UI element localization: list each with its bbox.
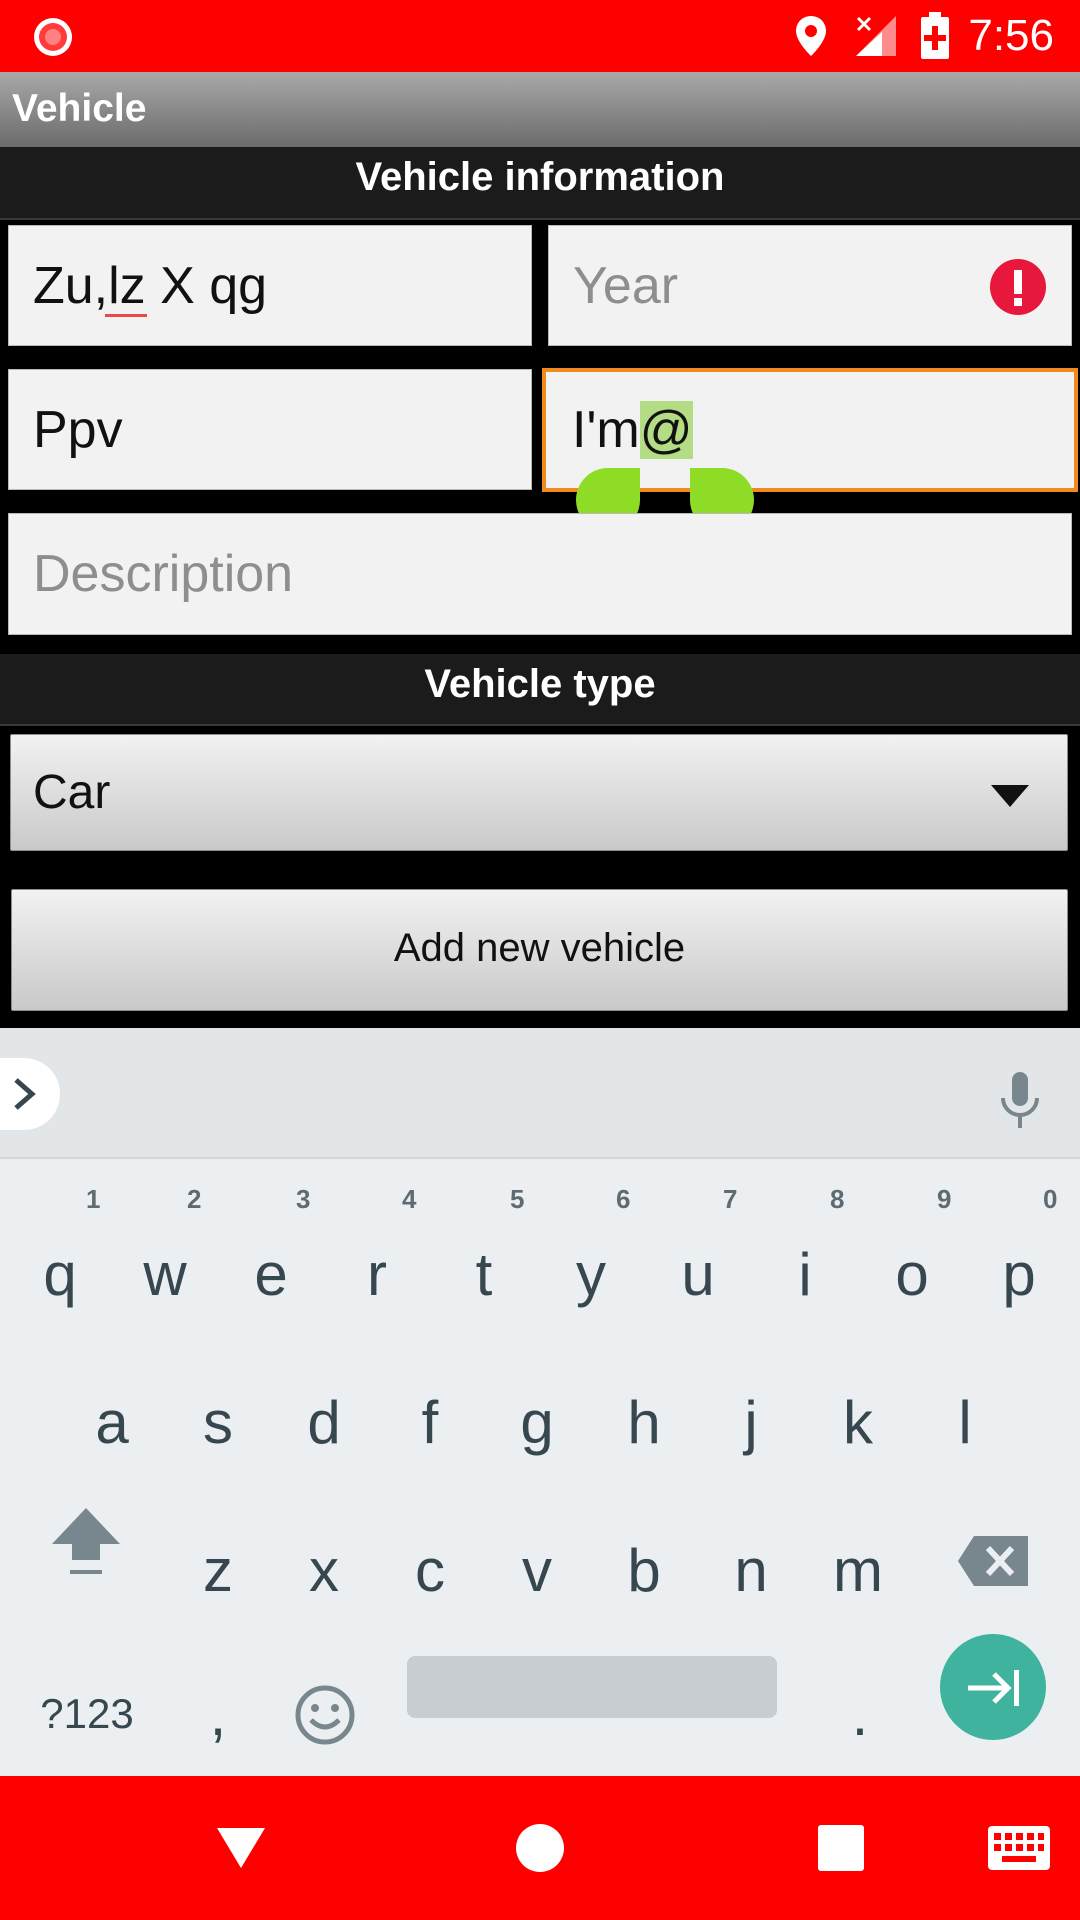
- key-p[interactable]: p: [967, 1240, 1071, 1310]
- no-signal-icon: [856, 16, 896, 56]
- key-hint-7: 7: [723, 1184, 738, 1214]
- navigation-bar: [0, 1776, 1080, 1920]
- key-x[interactable]: x: [272, 1536, 376, 1606]
- spellcheck-underline: [105, 313, 147, 317]
- keyboard-switch-icon[interactable]: [988, 1826, 1050, 1870]
- year-field[interactable]: Year: [548, 225, 1072, 346]
- key-hint-2: 2: [187, 1184, 202, 1214]
- record-icon: [34, 18, 72, 56]
- keyboard-suggestion-bar: [0, 1028, 1080, 1159]
- key-comma[interactable]: ,: [166, 1680, 270, 1750]
- key-f[interactable]: f: [378, 1388, 482, 1458]
- model-value: Ppv: [33, 400, 123, 459]
- key-i[interactable]: i: [753, 1240, 857, 1310]
- key-e[interactable]: e: [219, 1240, 323, 1310]
- key-b[interactable]: b: [592, 1536, 696, 1606]
- year-placeholder: Year: [573, 256, 679, 315]
- dropdown-arrow-icon: [991, 785, 1029, 807]
- recents-icon[interactable]: [818, 1825, 864, 1871]
- status-bar: 7:56: [0, 0, 1080, 72]
- back-icon[interactable]: [215, 1824, 267, 1872]
- selected-text: @: [639, 401, 693, 459]
- chevron-right-icon: [14, 1078, 36, 1110]
- key-v[interactable]: v: [485, 1536, 589, 1606]
- make-field[interactable]: Zu,lz X qg: [8, 225, 532, 346]
- key-z[interactable]: z: [166, 1536, 270, 1606]
- key-hint-9: 9: [937, 1184, 952, 1214]
- section-header-vehicle-type: Vehicle type: [0, 654, 1080, 726]
- home-icon[interactable]: [515, 1823, 565, 1873]
- key-g[interactable]: g: [485, 1388, 589, 1458]
- key-d[interactable]: d: [272, 1388, 376, 1458]
- description-field[interactable]: Description: [8, 513, 1072, 635]
- key-w[interactable]: w: [113, 1240, 217, 1310]
- symbols-key[interactable]: ?123: [24, 1690, 150, 1738]
- key-hint-8: 8: [830, 1184, 845, 1214]
- key-h[interactable]: h: [592, 1388, 696, 1458]
- spacebar[interactable]: [407, 1656, 777, 1718]
- key-hint-4: 4: [402, 1184, 417, 1214]
- key-l[interactable]: l: [913, 1388, 1017, 1458]
- key-a[interactable]: a: [60, 1388, 164, 1458]
- key-c[interactable]: c: [378, 1536, 482, 1606]
- vehicle-type-selected: Car: [33, 766, 111, 819]
- key-hint-0: 0: [1043, 1184, 1058, 1214]
- key-period[interactable]: .: [808, 1680, 912, 1750]
- make-value: Zu,lz X qg: [33, 256, 268, 317]
- next-field-button[interactable]: [940, 1634, 1046, 1740]
- key-hint-3: 3: [296, 1184, 311, 1214]
- key-q[interactable]: q: [8, 1240, 112, 1310]
- color-value-text: I'm: [572, 401, 640, 459]
- location-icon: [796, 16, 826, 56]
- key-m[interactable]: m: [806, 1536, 910, 1606]
- expand-toolbar-button[interactable]: [0, 1058, 60, 1130]
- add-vehicle-button[interactable]: Add new vehicle: [11, 889, 1068, 1011]
- key-hint-5: 5: [510, 1184, 525, 1214]
- key-o[interactable]: o: [860, 1240, 964, 1310]
- model-field[interactable]: Ppv: [8, 369, 532, 490]
- description-placeholder: Description: [33, 545, 294, 603]
- backspace-icon[interactable]: [956, 1534, 1030, 1588]
- key-t[interactable]: t: [432, 1240, 536, 1310]
- microphone-icon[interactable]: [998, 1072, 1042, 1130]
- key-j[interactable]: j: [699, 1388, 803, 1458]
- key-u[interactable]: u: [646, 1240, 750, 1310]
- app-title: Vehicle: [12, 87, 147, 130]
- color-value: I'm@: [572, 400, 693, 460]
- shift-icon[interactable]: [48, 1504, 124, 1580]
- soft-keyboard: q w e r t y u i o p 1 2 3 4 5 6 7 8 9 0 …: [0, 1028, 1080, 1776]
- key-hint-1: 1: [86, 1184, 101, 1214]
- key-hint-6: 6: [616, 1184, 631, 1214]
- battery-charging-icon: [921, 12, 949, 59]
- tab-arrow-icon: [968, 1670, 1019, 1706]
- clock: 7:56: [968, 11, 1054, 60]
- key-n[interactable]: n: [699, 1536, 803, 1606]
- action-bar: Vehicle: [0, 72, 1080, 147]
- key-y[interactable]: y: [539, 1240, 643, 1310]
- section-header-vehicle-information: Vehicle information: [0, 147, 1080, 220]
- key-k[interactable]: k: [806, 1388, 910, 1458]
- vehicle-type-spinner[interactable]: Car: [10, 734, 1068, 851]
- key-r[interactable]: r: [325, 1240, 429, 1310]
- emoji-icon[interactable]: [294, 1684, 356, 1746]
- error-icon: [990, 259, 1046, 315]
- key-s[interactable]: s: [166, 1388, 270, 1458]
- add-vehicle-button-label: Add new vehicle: [393, 926, 686, 970]
